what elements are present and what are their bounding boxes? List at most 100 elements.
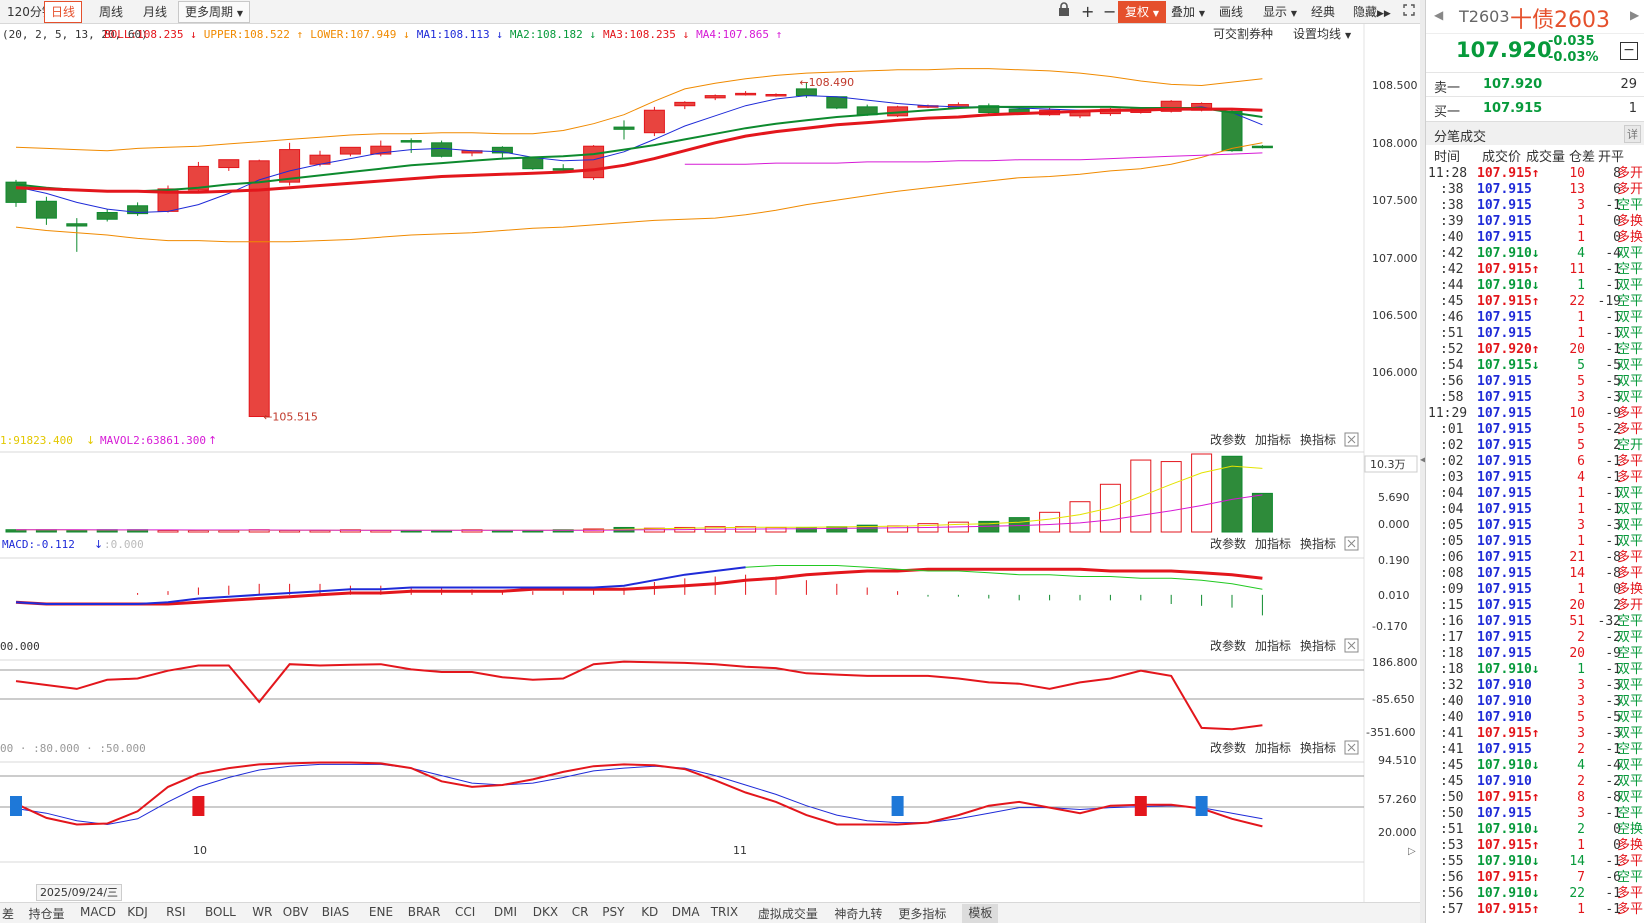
trade-row: :04 107.915 1 -1 双平 (1426, 502, 1644, 518)
volume-bar (1251, 492, 1273, 533)
trades-list[interactable]: 11:28 107.915↑ 10 8 多开:38 107.915 13 6 多开:38 107.… (1426, 166, 1644, 918)
indicator-tab[interactable]: KDJ (127, 905, 148, 919)
macd-dif-line (15, 566, 746, 605)
close-panel-icon[interactable] (1344, 740, 1359, 755)
close-panel-icon[interactable] (1344, 638, 1359, 653)
period-weekly-button[interactable]: 周线 (92, 1, 130, 23)
legend-item: MA4:107.865 ↑ (696, 28, 782, 41)
chevron-down-icon: ▼ (1198, 9, 1205, 18)
trade-row: :16 107.915 51 -32 空平 (1426, 614, 1644, 630)
indicator-tab[interactable]: 差 (2, 905, 14, 922)
indicator-tab[interactable]: MACD (80, 905, 116, 919)
indicator-tab[interactable]: OBV (283, 905, 309, 919)
minimize-icon[interactable]: − (1620, 42, 1638, 60)
trade-row: :15 107.915 20 2 多开 (1426, 598, 1644, 614)
trade-type: 双平 (1616, 278, 1643, 293)
trade-price: 107.915↑ (1477, 166, 1540, 181)
indicator-tab[interactable]: 模板 (962, 904, 999, 923)
display-dropdown[interactable]: 显示 ▼ (1256, 1, 1304, 23)
indicator-tab[interactable]: DKX (533, 905, 558, 919)
indicator-tab[interactable]: RSI (166, 905, 186, 919)
trade-price: 107.915 (1477, 406, 1532, 421)
trade-time: :39 (1440, 214, 1464, 229)
indicator-tab[interactable]: KD (641, 905, 658, 919)
trade-price: 107.915 (1477, 230, 1532, 245)
kdj-signal-marker (10, 796, 22, 816)
trade-volume: 3 (1577, 518, 1585, 533)
more-periods-label: 更多周期 (185, 5, 234, 19)
close-panel-icon[interactable] (1344, 432, 1359, 447)
trade-price: 107.910 (1477, 710, 1532, 725)
volume-bar (157, 529, 179, 533)
trade-row: :05 107.915 1 -1 双平 (1426, 534, 1644, 550)
trade-price: 107.910↓ (1477, 886, 1540, 901)
candle-body (248, 160, 270, 418)
add-indicator-button[interactable]: 加指标 (1255, 638, 1291, 653)
indicator-tab[interactable]: BOLL (205, 905, 236, 919)
trade-volume: 1 (1577, 230, 1585, 245)
indicator-tab[interactable]: DMA (672, 905, 700, 919)
indicator-tab[interactable]: DMI (494, 905, 517, 919)
chevron-down-icon: ▼ (236, 9, 243, 18)
switch-indicator-button[interactable]: 换指标 (1300, 638, 1336, 653)
trade-time: 11:29 (1428, 406, 1468, 421)
trade-type: 多换 (1616, 582, 1643, 597)
indicator-tab[interactable]: 持仓量 (29, 905, 65, 922)
trade-row: :45 107.915↑ 22 -19 空平 (1426, 294, 1644, 310)
add-indicator-button[interactable]: 加指标 (1255, 432, 1291, 447)
switch-indicator-button[interactable]: 换指标 (1300, 432, 1336, 447)
indicator-tab[interactable]: TRIX (711, 905, 738, 919)
indicator-tab[interactable]: PSY (602, 905, 624, 919)
trade-time: :41 (1440, 726, 1464, 741)
trades-detail-button[interactable]: 详 (1624, 125, 1641, 143)
deliverable-bonds-link[interactable]: 可交割券种 (1213, 26, 1273, 41)
period-monthly-button[interactable]: 月线 (136, 1, 174, 23)
switch-indicator-button[interactable]: 换指标 (1300, 740, 1336, 755)
prev-contract-icon[interactable]: ◀ (1434, 8, 1443, 22)
trade-row: :17 107.915 2 -2 双平 (1426, 630, 1644, 646)
indicator-tab[interactable]: 神奇九转 (834, 905, 882, 922)
indicator-tab[interactable]: ENE (369, 905, 393, 919)
classic-button[interactable]: 经典 (1304, 1, 1342, 23)
hide-button[interactable]: 隐藏▶▶ (1346, 1, 1398, 23)
trade-time: :44 (1440, 278, 1464, 293)
next-contract-icon[interactable]: ▶ (1630, 8, 1639, 22)
kline-chart[interactable]: (20, 2, 5, 13, 20, 60) BOLL:108.235 ↓ UPP… (0, 24, 1420, 904)
trade-volume: 51 (1569, 614, 1585, 629)
edit-params-button[interactable]: 改参数 (1210, 740, 1246, 755)
indicator-tab[interactable]: 更多指标 (898, 905, 946, 922)
indicator-tab[interactable]: BRAR (408, 905, 441, 919)
candle-body (339, 146, 361, 155)
scroll-right-icon[interactable]: ▷ (1408, 846, 1416, 857)
overlay-dropdown[interactable]: 叠加 ▼ (1164, 1, 1212, 23)
indicator-tab[interactable]: CR (572, 905, 589, 919)
add-indicator-button[interactable]: 加指标 (1255, 740, 1291, 755)
edit-params-button[interactable]: 改参数 (1210, 638, 1246, 653)
indicator-tab[interactable]: 虚拟成交量 (758, 905, 818, 922)
period-daily-button[interactable]: 日线 (44, 1, 83, 23)
indicator-tab[interactable]: CCI (455, 905, 475, 919)
vol-tick: 0.000 (1378, 518, 1410, 531)
macd-zero-label: :0.000 (104, 538, 144, 551)
expand-icon[interactable] (1396, 1, 1422, 23)
adjust-dropdown[interactable]: 复权 ▼ (1118, 1, 1166, 23)
trade-row: :38 107.915 13 6 多开 (1426, 182, 1644, 198)
more-periods-dropdown[interactable]: 更多周期 ▼ (178, 1, 250, 23)
trade-time: :04 (1440, 486, 1464, 501)
set-ma-link[interactable]: 设置均线 (1293, 27, 1341, 41)
close-panel-icon[interactable] (1344, 536, 1359, 551)
switch-indicator-button[interactable]: 换指标 (1300, 536, 1336, 551)
trade-price: 107.915 (1477, 454, 1532, 469)
trade-price: 107.915 (1477, 198, 1532, 213)
edit-params-button[interactable]: 改参数 (1210, 536, 1246, 551)
trade-row: :40 107.910 3 -3 双平 (1426, 694, 1644, 710)
edit-params-button[interactable]: 改参数 (1210, 432, 1246, 447)
indicator-tab[interactable]: BIAS (322, 905, 350, 919)
trade-volume: 2 (1577, 774, 1585, 789)
trade-volume: 2 (1577, 742, 1585, 757)
trade-volume: 1 (1577, 902, 1585, 917)
add-indicator-button[interactable]: 加指标 (1255, 536, 1291, 551)
indicator-tab[interactable]: WR (252, 905, 272, 919)
trade-type: 双平 (1616, 726, 1643, 741)
draw-line-button[interactable]: 画线 (1212, 1, 1250, 23)
